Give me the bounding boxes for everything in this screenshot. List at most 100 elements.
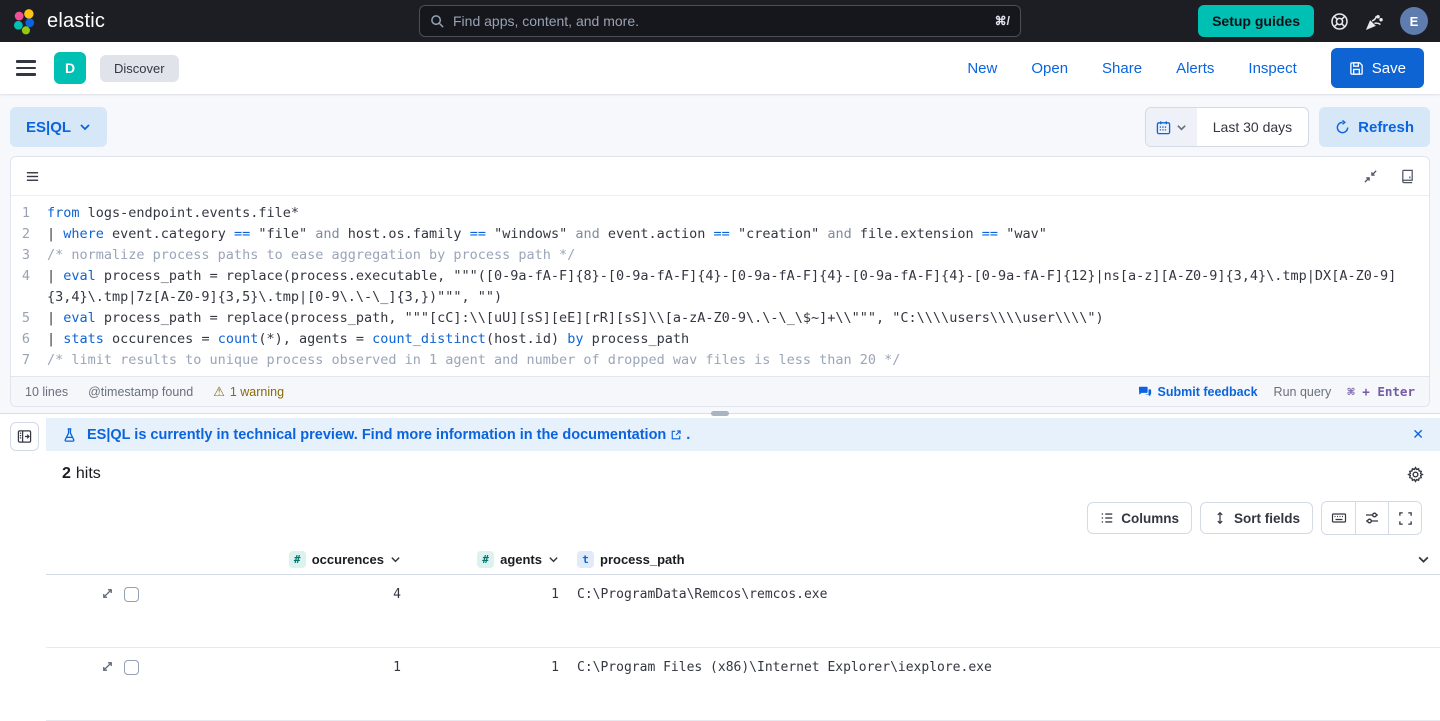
line-number: 5 xyxy=(21,310,30,326)
query-language-switcher[interactable]: ES|QL xyxy=(10,107,108,147)
editor-footer: 10 lines @timestamp found ⚠ 1 warning Su… xyxy=(11,376,1429,406)
documentation-icon[interactable] xyxy=(1400,169,1415,184)
cell-process-path[interactable]: C:\ProgramData\Remcos\remcos.exe xyxy=(559,585,1440,647)
date-picker: Last 30 days xyxy=(1144,107,1310,147)
string-type-icon: t xyxy=(577,551,594,568)
lines-count: 10 lines xyxy=(25,384,69,399)
line-number: 4 xyxy=(21,268,30,284)
display-options-icon[interactable] xyxy=(1355,502,1388,534)
shrink-editor-icon[interactable] xyxy=(1363,169,1378,184)
search-shortcut-hint: ⌘/ xyxy=(994,14,1010,28)
cell-occurences[interactable]: 1 xyxy=(149,658,401,720)
results-section: ES|QL is currently in technical preview.… xyxy=(0,414,1440,721)
refresh-icon xyxy=(1335,119,1350,135)
code-line[interactable]: 1 from logs-endpoint.events.file* xyxy=(11,203,1429,224)
submit-feedback-link[interactable]: Submit feedback xyxy=(1138,385,1258,399)
help-icon[interactable] xyxy=(1330,12,1349,31)
menu-icon[interactable] xyxy=(16,60,36,76)
row-checkbox[interactable] xyxy=(124,587,139,602)
menu-item-alerts[interactable]: Alerts xyxy=(1176,60,1214,77)
search-placeholder: Find apps, content, and more. xyxy=(453,13,639,29)
code-line[interactable]: 2 | where event.category == "file" and ho… xyxy=(11,224,1429,245)
chevron-down-icon xyxy=(1176,122,1187,133)
code-line[interactable]: 3/* normalize process paths to ease aggr… xyxy=(11,245,1429,266)
tech-preview-banner: ES|QL is currently in technical preview.… xyxy=(46,418,1440,451)
number-type-icon: # xyxy=(477,551,495,568)
fullscreen-icon[interactable] xyxy=(1388,502,1421,534)
menu-item-new[interactable]: New xyxy=(967,60,997,77)
external-link-icon xyxy=(670,429,682,441)
line-number: 3 xyxy=(21,247,30,263)
setup-guides-button[interactable]: Setup guides xyxy=(1198,5,1314,37)
date-quick-select-button[interactable] xyxy=(1145,108,1197,146)
menu-item-open[interactable]: Open xyxy=(1031,60,1068,77)
save-icon xyxy=(1349,61,1364,76)
column-header-occurences[interactable]: # occurences xyxy=(149,551,401,568)
table-body: 4 1 C:\ProgramData\Remcos\remcos.exe 1 1 C:\P… xyxy=(46,575,1440,721)
line-number: 1 xyxy=(21,205,30,221)
number-type-icon: # xyxy=(288,551,306,568)
calendar-icon xyxy=(1156,120,1171,135)
table-toolbar: Columns Sort fields xyxy=(46,493,1440,545)
cell-process-path[interactable]: C:\Program Files (x86)\Internet Explorer… xyxy=(559,658,1440,720)
breadcrumb-discover[interactable]: Discover xyxy=(100,54,179,82)
chevron-down-icon[interactable] xyxy=(1417,553,1430,571)
table-header-row: # occurences # agents t process_path xyxy=(46,545,1440,575)
open-sidebar-button[interactable] xyxy=(10,422,39,451)
menu-item-inspect[interactable]: Inspect xyxy=(1248,60,1296,77)
panel-divider xyxy=(0,411,1440,416)
brand-name: elastic xyxy=(47,9,106,32)
close-icon[interactable]: ✕ xyxy=(1412,426,1424,443)
expand-row-icon[interactable] xyxy=(101,660,114,673)
beaker-icon xyxy=(62,427,77,443)
column-header-agents[interactable]: # agents xyxy=(401,551,559,568)
save-button[interactable]: Save xyxy=(1330,48,1424,88)
elastic-logo[interactable]: elastic xyxy=(12,8,105,35)
code-line[interactable]: 5 | eval process_path = replace(process_p… xyxy=(11,308,1429,329)
editor-lines-icon[interactable] xyxy=(25,169,40,184)
timestamp-status: @timestamp found xyxy=(88,384,194,399)
table-row: 1 1 C:\Program Files (x86)\Internet Explor… xyxy=(46,648,1440,721)
row-checkbox[interactable] xyxy=(124,660,139,675)
run-query-shortcut: ⌘ + Enter xyxy=(1347,384,1415,399)
resize-handle[interactable] xyxy=(711,411,729,416)
global-search-input[interactable]: Find apps, content, and more. ⌘/ xyxy=(419,5,1021,37)
news-icon[interactable] xyxy=(1365,12,1384,31)
refresh-button[interactable]: Refresh xyxy=(1319,107,1430,147)
chevron-down-icon xyxy=(391,557,400,563)
columns-button[interactable]: Columns xyxy=(1087,502,1192,534)
warning-icon: ⚠ xyxy=(213,383,225,399)
gear-icon[interactable] xyxy=(1407,465,1424,483)
keyboard-icon[interactable] xyxy=(1322,502,1355,534)
sort-fields-button[interactable]: Sort fields xyxy=(1199,502,1313,534)
code-line[interactable]: 7/* limit results to unique process obse… xyxy=(11,350,1429,371)
expand-row-icon[interactable] xyxy=(101,587,114,600)
banner-text: ES|QL is currently in technical preview.… xyxy=(87,426,559,443)
column-header-process-path[interactable]: t process_path xyxy=(559,551,1440,568)
documentation-link[interactable]: documentation xyxy=(562,427,666,443)
cell-agents[interactable]: 1 xyxy=(401,658,559,720)
hits-count: 2 xyxy=(62,465,71,482)
global-header: elastic Find apps, content, and more. ⌘/… xyxy=(0,0,1440,42)
space-badge[interactable]: D xyxy=(54,52,86,84)
user-avatar[interactable]: E xyxy=(1400,7,1428,35)
columns-icon xyxy=(1100,511,1114,525)
menu-item-share[interactable]: Share xyxy=(1102,60,1142,77)
esql-editor-panel: 1 from logs-endpoint.events.file* 2 | where… xyxy=(10,156,1430,407)
run-query-label: Run query xyxy=(1273,384,1332,399)
cell-agents[interactable]: 1 xyxy=(401,585,559,647)
cell-occurences[interactable]: 4 xyxy=(149,585,401,647)
app-toolbar: D Discover New Open Share Alerts Inspect… xyxy=(0,42,1440,94)
grid-display-controls xyxy=(1321,501,1422,535)
code-line[interactable]: 4 | eval process_path = replace(process.e… xyxy=(11,266,1429,308)
search-icon xyxy=(430,14,445,29)
esql-code-editor[interactable]: 1 from logs-endpoint.events.file* 2 | where… xyxy=(11,196,1429,376)
line-number: 6 xyxy=(21,331,30,347)
sidebar-rail xyxy=(0,414,46,721)
warning-badge[interactable]: ⚠ 1 warning xyxy=(213,384,284,400)
time-range-value[interactable]: Last 30 days xyxy=(1197,108,1308,146)
code-line[interactable]: 6 | stats occurences = count(*), agents =… xyxy=(11,329,1429,350)
hits-summary: 2 hits xyxy=(46,451,1440,493)
table-row: 4 1 C:\ProgramData\Remcos\remcos.exe xyxy=(46,575,1440,648)
elastic-logo-icon xyxy=(12,8,39,35)
